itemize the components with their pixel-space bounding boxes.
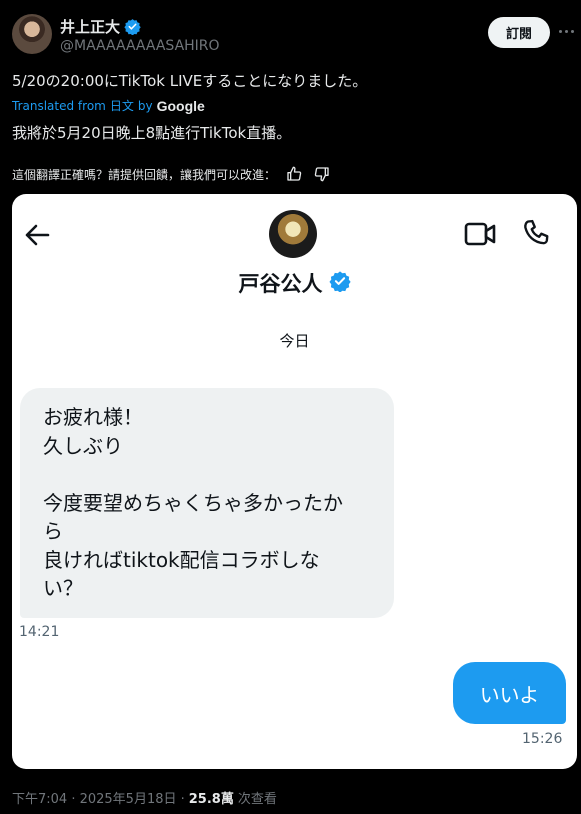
outgoing-message-text: いいよ	[479, 682, 540, 707]
contact-avatar	[269, 210, 317, 258]
video-call-icon	[464, 220, 496, 248]
verified-badge-icon	[124, 18, 141, 35]
tweet-text: 5/20の20:00にTikTok LIVEすることになりました。	[12, 72, 368, 90]
translated-language-link[interactable]: 日文	[110, 97, 134, 114]
dm-screenshot-card[interactable]: 戸谷公人 今日 お疲れ様！ 久しぶり 今度要望めちゃくちゃ多かったか ら 良けれ…	[12, 194, 577, 769]
back-arrow-icon	[22, 220, 52, 250]
incoming-message-time: 14:21	[19, 624, 60, 640]
views-label: 次查看	[237, 792, 277, 807]
google-logo: Google	[156, 97, 205, 114]
outgoing-message-bubble: いいよ	[453, 662, 566, 724]
thumbs-down-icon[interactable]	[312, 164, 332, 184]
tweet-timestamp[interactable]: 下午7:04 · 2025年5月18日 ·	[12, 788, 185, 807]
more-options-icon[interactable]	[557, 22, 575, 40]
subscribe-button[interactable]: 訂閱	[488, 17, 550, 48]
author-name-row[interactable]: 井上正大	[60, 16, 141, 37]
contact-name: 戸谷公人	[238, 272, 323, 296]
author-display-name[interactable]: 井上正大	[60, 16, 120, 37]
contact-name-row: 戸谷公人	[12, 268, 577, 298]
outgoing-message-time: 15:26	[522, 731, 563, 747]
feedback-prompt: 這個翻譯正確嗎？請提供回饋，讓我們可以改進：	[12, 167, 277, 182]
translation-feedback: 這個翻譯正確嗎？請提供回饋，讓我們可以改進：	[12, 164, 332, 184]
phone-call-icon	[522, 218, 552, 248]
views-count: 25.8萬	[188, 792, 234, 807]
translated-from-label: Translated from	[12, 98, 106, 113]
translation-attribution: Translated from 日文 by Google	[12, 97, 205, 114]
date-divider: 今日	[279, 332, 310, 350]
thumbs-up-icon[interactable]	[284, 164, 304, 184]
translated-text: 我將於5月20日晚上8點進行TikTok直播。	[12, 124, 292, 142]
translated-by-label: by	[137, 98, 153, 113]
contact-verified-icon	[328, 270, 351, 297]
incoming-message-text: お疲れ様！ 久しぶり 今度要望めちゃくちゃ多かったか ら 良ければtiktok配…	[43, 405, 343, 600]
author-handle[interactable]: @MAAAAAAAASAHIRO	[60, 38, 220, 54]
tweet-meta: 下午7:04 · 2025年5月18日 · 25.8萬 次查看	[12, 788, 277, 807]
author-avatar[interactable]	[12, 14, 52, 54]
incoming-message-bubble: お疲れ様！ 久しぶり 今度要望めちゃくちゃ多かったか ら 良ければtiktok配…	[20, 388, 394, 618]
